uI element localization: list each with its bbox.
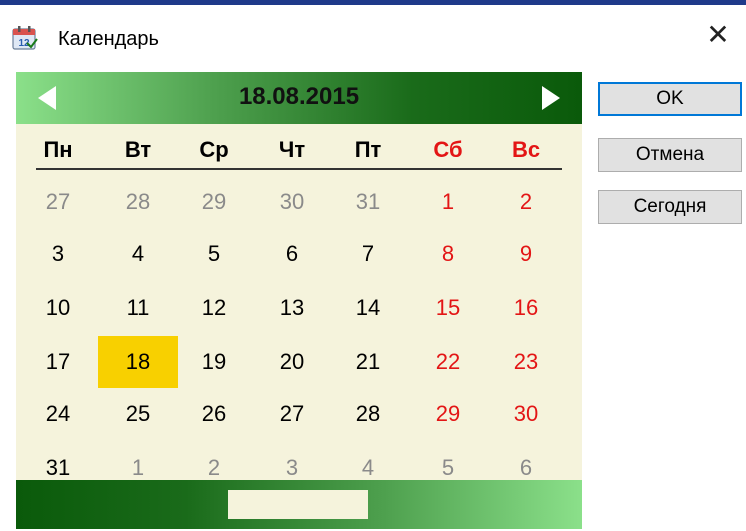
day-cell[interactable]: 1: [408, 176, 488, 228]
day-cell[interactable]: 3: [18, 228, 98, 280]
day-cell[interactable]: 9: [486, 228, 566, 280]
day-cell[interactable]: 22: [408, 336, 488, 388]
day-cell[interactable]: 15: [408, 282, 488, 334]
day-cell[interactable]: 4: [98, 228, 178, 280]
day-cell[interactable]: 23: [486, 336, 566, 388]
day-cell[interactable]: 16: [486, 282, 566, 334]
weekday-label: Вт: [124, 137, 152, 162]
day-cell[interactable]: 21: [328, 336, 408, 388]
day-cell[interactable]: 31: [328, 176, 408, 228]
weekday-label: Чт: [278, 137, 306, 162]
weekday-label: Пт: [354, 137, 382, 162]
current-date: 18.08.2015: [238, 83, 360, 110]
day-cell[interactable]: 29: [408, 388, 488, 440]
calendar-panel: 18.08.2015 Пн Вт Ср Чт Пт Сб Вс 27 28 29 30 31 1 2 3 4…: [16, 72, 582, 529]
triangle-right-icon: [542, 86, 560, 110]
weekday-label: Вс: [511, 137, 541, 162]
day-cell[interactable]: 5: [174, 228, 254, 280]
calendar-footer: [16, 480, 582, 529]
selected-day-cell[interactable]: 18: [98, 336, 178, 388]
day-cell[interactable]: 27: [252, 388, 332, 440]
day-cell[interactable]: 30: [252, 176, 332, 228]
window-title: Календарь: [58, 28, 159, 50]
day-cell[interactable]: 17: [18, 336, 98, 388]
day-cell[interactable]: 26: [174, 388, 254, 440]
close-button[interactable]: ✕: [690, 5, 746, 63]
footer-scroll-thumb[interactable]: [228, 490, 368, 519]
day-cell[interactable]: 28: [98, 176, 178, 228]
day-cell[interactable]: 29: [174, 176, 254, 228]
calendar-header: 18.08.2015: [16, 72, 582, 124]
day-cell[interactable]: 7: [328, 228, 408, 280]
weekday-header-row: Пн Вт Ср Чт Пт Сб Вс: [16, 134, 582, 170]
weekday-label: Пн: [43, 137, 73, 162]
calendar-app-icon: 12: [12, 26, 38, 50]
day-cell[interactable]: 20: [252, 336, 332, 388]
close-icon: ✕: [706, 18, 730, 50]
day-cell[interactable]: 14: [328, 282, 408, 334]
ok-button[interactable]: OK: [598, 82, 742, 116]
day-cell[interactable]: 30: [486, 388, 566, 440]
today-button[interactable]: Сегодня: [598, 190, 742, 224]
day-cell[interactable]: 27: [18, 176, 98, 228]
day-cell[interactable]: 28: [328, 388, 408, 440]
day-cell[interactable]: 8: [408, 228, 488, 280]
weekday-divider: [36, 168, 562, 170]
title-bar: 12 Календарь: [0, 5, 746, 63]
day-cell[interactable]: 24: [18, 388, 98, 440]
day-cell[interactable]: 13: [252, 282, 332, 334]
day-cell[interactable]: 10: [18, 282, 98, 334]
weekday-label: Сб: [433, 137, 463, 162]
next-month-button[interactable]: [536, 84, 564, 112]
day-cell[interactable]: 2: [486, 176, 566, 228]
day-cell[interactable]: 25: [98, 388, 178, 440]
day-cell[interactable]: 19: [174, 336, 254, 388]
day-cell[interactable]: 6: [252, 228, 332, 280]
weekday-label: Ср: [199, 137, 229, 162]
day-cell[interactable]: 12: [174, 282, 254, 334]
day-cell[interactable]: 11: [98, 282, 178, 334]
cancel-button[interactable]: Отмена: [598, 138, 742, 172]
